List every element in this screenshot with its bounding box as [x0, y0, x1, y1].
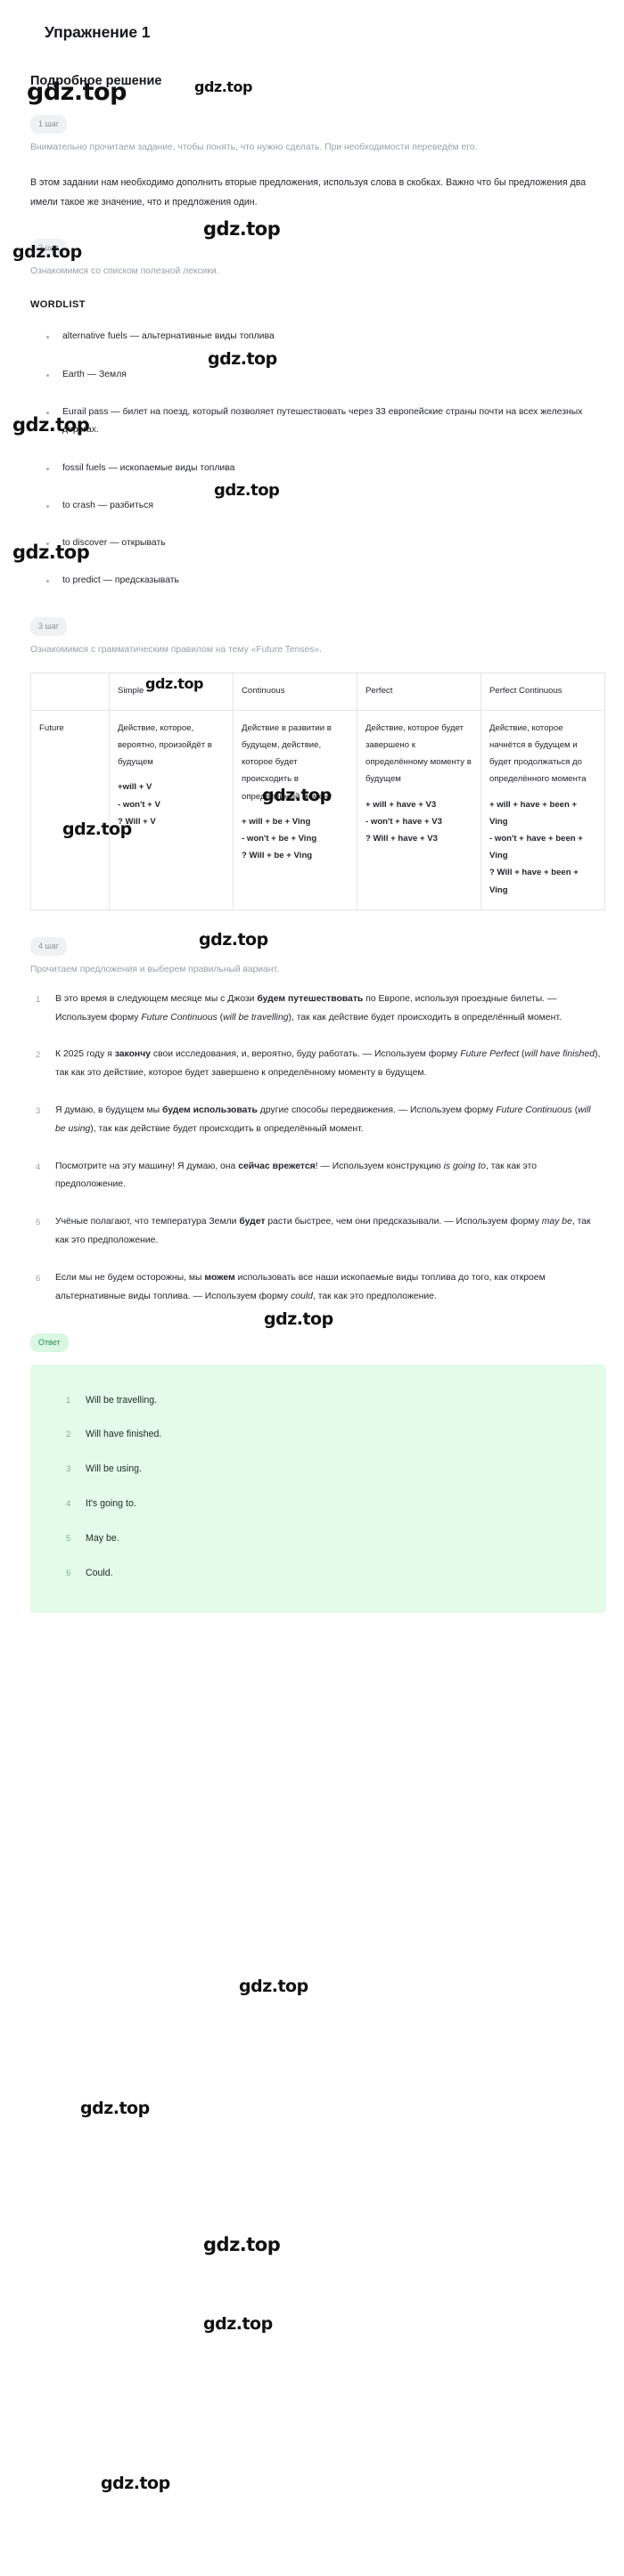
- step-1-intro: Внимательно прочитаем задание, чтобы пон…: [30, 143, 478, 152]
- wordlist-title: WORDLIST: [30, 299, 86, 311]
- column-header-continuous: Continuous: [233, 672, 357, 711]
- cell-future-perfect: Действие, которое будет завершено к опре…: [357, 709, 481, 910]
- list-item: to predict — предсказывать: [43, 572, 601, 590]
- list-item: Will be using.: [66, 1463, 142, 1476]
- cell-form-negative: - won't + be + Ving: [242, 834, 317, 844]
- watermark-text: gdz.top: [101, 2474, 170, 2493]
- list-item: It's going to.: [66, 1497, 136, 1511]
- cell-form-question: ? Will + V: [118, 816, 156, 827]
- list-item: Eurail pass — билет на поезд, который по…: [43, 404, 601, 440]
- watermark-text: gdz.top: [239, 1977, 308, 1996]
- step-3-intro: Ознакомимся с грамматическим правилом на…: [30, 644, 322, 655]
- list-item: Earth — Земля: [43, 366, 601, 384]
- cell-form-positive: + will + have + been + Ving: [489, 799, 578, 827]
- list-item: Я думаю, в будущем мы будем использовать…: [36, 1103, 591, 1134]
- step-3-chip-row: 3 шаг: [30, 616, 601, 636]
- cell-form-negative: - won't + have + been + Ving: [489, 834, 583, 861]
- watermark-text: gdz.top: [80, 2099, 150, 2118]
- list-item: Could.: [66, 1567, 113, 1580]
- answer-box: Will be travelling. Will have finished. …: [30, 1364, 606, 1614]
- cell-description: Действие, которое, вероятно, произойдёт …: [118, 722, 212, 768]
- cell-form-negative: - won't + have + V3: [365, 816, 442, 827]
- list-item: Посмотрите на эту машину! Я думаю, она с…: [36, 1159, 538, 1190]
- list-item: fossil fuels — ископаемые виды топлива: [43, 460, 601, 477]
- answer-list: Will be travelling. Will have finished. …: [30, 1393, 606, 1582]
- list-item: Учёные полагают, что температура Земли б…: [36, 1214, 591, 1246]
- sentence-explanation-list: В это время в следующем месяце мы с Джоз…: [23, 990, 601, 1307]
- watermark-text: gdz.top: [203, 2314, 273, 2334]
- table-header-row: Simple Continuous Perfect Perfect Contin…: [30, 672, 605, 711]
- column-header-simple: Simple: [109, 672, 234, 711]
- step-4-badge: 4 шаг: [30, 936, 68, 956]
- watermark-text: gdz.top: [203, 218, 281, 240]
- watermark-text: gdz.top: [264, 1309, 333, 1329]
- cell-form-positive: +will + V: [118, 782, 152, 793]
- list-item: Will have finished.: [66, 1428, 162, 1441]
- list-item: В это время в следующем месяце мы с Джоз…: [36, 991, 562, 1023]
- step-2-chip-row: 2 шаг: [30, 239, 601, 258]
- wordlist: alternative fuels — альтернативные виды …: [23, 328, 601, 590]
- cell-form-positive: + will + have + V3: [365, 799, 437, 810]
- list-item: К 2025 году я закончу свои исследования,…: [36, 1047, 601, 1079]
- cell-future-continuous: Действие в развитии в будущем, действие,…: [233, 709, 357, 910]
- cell-form-question: ? Will + have + V3: [365, 834, 438, 844]
- column-header-perfect-continuous: Perfect Continuous: [480, 672, 605, 711]
- list-item: to crash — разбиться: [43, 497, 601, 515]
- step-4-chip-row: 4 шаг: [30, 936, 601, 956]
- step-2-intro: Ознакомимся со списком полезной лексики.: [30, 266, 219, 277]
- cell-form-negative: - won't + V: [118, 799, 160, 810]
- cell-form-positive: + will + be + Ving: [242, 816, 311, 827]
- list-item: May be.: [66, 1532, 119, 1545]
- cell-description: Действие, которое начнётся в будущем и б…: [489, 722, 587, 785]
- step-1-paragraph: В этом задании нам необходимо дополнить …: [30, 177, 587, 208]
- solution-page: Упражнение 1 Подробное решение 1 шаг Вни…: [0, 0, 624, 2493]
- answer-chip-row: Ответ: [30, 1333, 601, 1352]
- step-1-chip-row: 1 шаг: [30, 115, 601, 134]
- step-3-badge: 3 шаг: [30, 616, 68, 636]
- list-item: Will be travelling.: [66, 1394, 158, 1407]
- cell-form-question: ? Will + be + Ving: [242, 851, 313, 861]
- solution-heading: Подробное решение: [30, 74, 162, 88]
- page-title: Упражнение 1: [45, 23, 151, 41]
- list-item: Если мы не будем осторожны, мы можем исп…: [36, 1270, 546, 1301]
- watermark-text: gdz.top: [203, 2234, 281, 2255]
- list-item: to discover — открывать: [43, 534, 601, 552]
- cell-description: Действие в развитии в будущем, действие,…: [242, 722, 333, 802]
- table-corner-cell: [30, 672, 110, 711]
- table-row: Future Действие, которое, вероятно, прои…: [30, 709, 605, 910]
- column-header-perfect: Perfect: [357, 672, 481, 711]
- future-tenses-table: Simple Continuous Perfect Perfect Contin…: [30, 672, 605, 910]
- row-header-future: Future: [30, 709, 110, 910]
- step-2-badge: 2 шаг: [30, 239, 68, 258]
- cell-description: Действие, которое будет завершено к опре…: [365, 722, 472, 785]
- step-1-badge: 1 шаг: [30, 115, 68, 134]
- step-4-intro: Прочитаем предложения и выберем правильн…: [30, 964, 279, 974]
- cell-form-question: ? Will + have + been + Ving: [489, 868, 579, 895]
- answer-badge: Ответ: [30, 1333, 69, 1352]
- list-item: alternative fuels — альтернативные виды …: [43, 328, 601, 346]
- cell-future-simple: Действие, которое, вероятно, произойдёт …: [109, 709, 234, 910]
- cell-future-perfect-continuous: Действие, которое начнётся в будущем и б…: [480, 709, 605, 910]
